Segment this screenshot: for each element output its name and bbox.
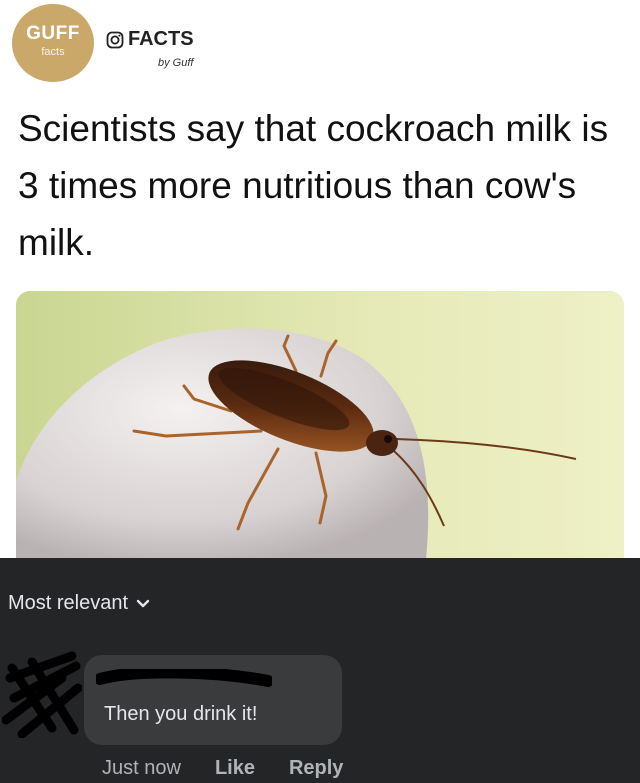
cockroach-photo[interactable] <box>16 291 624 559</box>
logo-text: GUFF <box>26 23 80 44</box>
logo-subtext: facts <box>41 46 65 58</box>
reply-button[interactable]: Reply <box>289 757 343 780</box>
comment-time: Just now <box>102 757 181 779</box>
post-card: GUFF facts FACTS by Guff Scientists say … <box>0 0 640 559</box>
brand-label: FACTS <box>128 28 194 50</box>
instagram-icon <box>106 31 124 48</box>
cockroach-illustration <box>16 328 577 559</box>
brand-name[interactable]: FACTS <box>106 28 194 51</box>
post-headline: Scientists say that cockroach milk is 3 … <box>18 108 609 263</box>
sort-dropdown[interactable]: Most relevant <box>8 592 150 615</box>
comment-text: Then you drink it! <box>104 703 258 725</box>
guff-facts-logo[interactable]: GUFF facts <box>12 4 94 82</box>
byline: by Guff <box>158 57 194 69</box>
avatar-scribbled[interactable] <box>2 648 82 738</box>
chevron-down-icon <box>136 599 150 607</box>
sort-label: Most relevant <box>8 592 129 614</box>
comment-actions: Just now Like Reply <box>102 757 343 780</box>
comment-bubble[interactable]: Then you drink it! <box>84 655 342 745</box>
comments-section: Most relevant Then you drink it! Just no… <box>0 558 640 783</box>
redacted-name <box>96 669 272 687</box>
like-button[interactable]: Like <box>215 757 255 780</box>
